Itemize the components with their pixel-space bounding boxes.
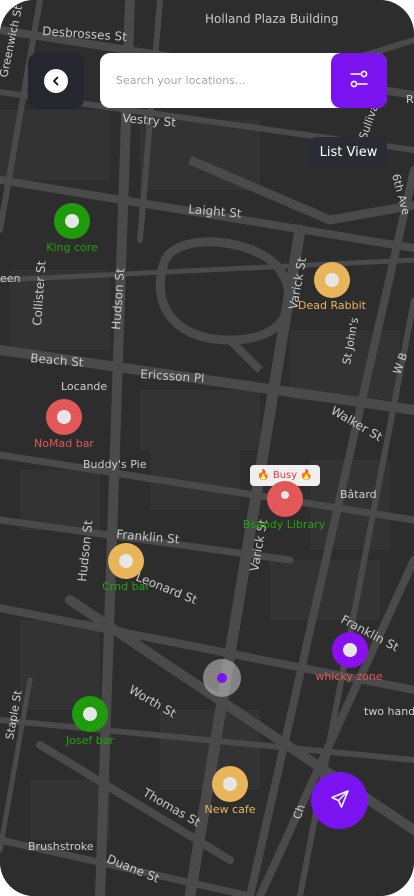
- poi-label: Brushstroke: [28, 840, 94, 853]
- marker-whicky-zone[interactable]: [332, 632, 368, 668]
- marker-josef-bar[interactable]: [72, 696, 108, 732]
- search-input[interactable]: [100, 53, 330, 108]
- marker-new-cafe[interactable]: [212, 766, 248, 802]
- marker-nomad-bar[interactable]: [46, 399, 82, 435]
- marker-dot: [57, 410, 71, 424]
- list-view-button[interactable]: List View: [310, 137, 387, 168]
- marker-dot: [343, 643, 357, 657]
- poi-label: Bâtard: [340, 488, 377, 501]
- marker-dot: [65, 214, 79, 228]
- street-label: R: [406, 93, 414, 106]
- poi-label: Buddy's Pie: [83, 458, 147, 471]
- poi-label: two hands: [364, 705, 414, 718]
- marker-label: Crnd bar: [102, 580, 150, 593]
- marker-dead-rabbit[interactable]: [314, 262, 350, 298]
- marker-king-core[interactable]: [54, 203, 90, 239]
- poi-label: Locande: [61, 380, 107, 393]
- phone-frame: Desbrosses St Holland Plaza Building Ves…: [0, 0, 414, 896]
- marker-bsandy-library[interactable]: [267, 481, 303, 517]
- marker-label: whicky zone: [315, 670, 383, 683]
- marker-label: Josef bar: [65, 734, 115, 747]
- marker-label: NoMad bar: [34, 437, 94, 450]
- back-button[interactable]: [28, 53, 84, 109]
- user-location-dot: [217, 673, 227, 683]
- marker-dot: [325, 273, 339, 287]
- marker-label: Dead Rabbit: [298, 299, 366, 312]
- marker-label: King core: [46, 241, 98, 254]
- street-label: Holland Plaza Building: [205, 12, 339, 26]
- marker-label: Bsandy Library: [242, 518, 326, 531]
- filter-sliders-icon: [348, 68, 370, 94]
- marker-crnd-bar[interactable]: [108, 543, 144, 579]
- marker-dot: [223, 777, 237, 791]
- marker-dot: [83, 707, 97, 721]
- marker-label: New cafe: [204, 803, 256, 816]
- navigate-button[interactable]: [311, 772, 368, 829]
- paper-plane-icon: [329, 788, 351, 814]
- marker-dot: [119, 554, 133, 568]
- marker-dot: [281, 491, 289, 499]
- filter-button[interactable]: [331, 53, 387, 108]
- street-label: een: [0, 272, 21, 285]
- user-location-marker: [203, 659, 241, 697]
- search-bar: [100, 53, 387, 108]
- chevron-left-icon: [44, 69, 68, 93]
